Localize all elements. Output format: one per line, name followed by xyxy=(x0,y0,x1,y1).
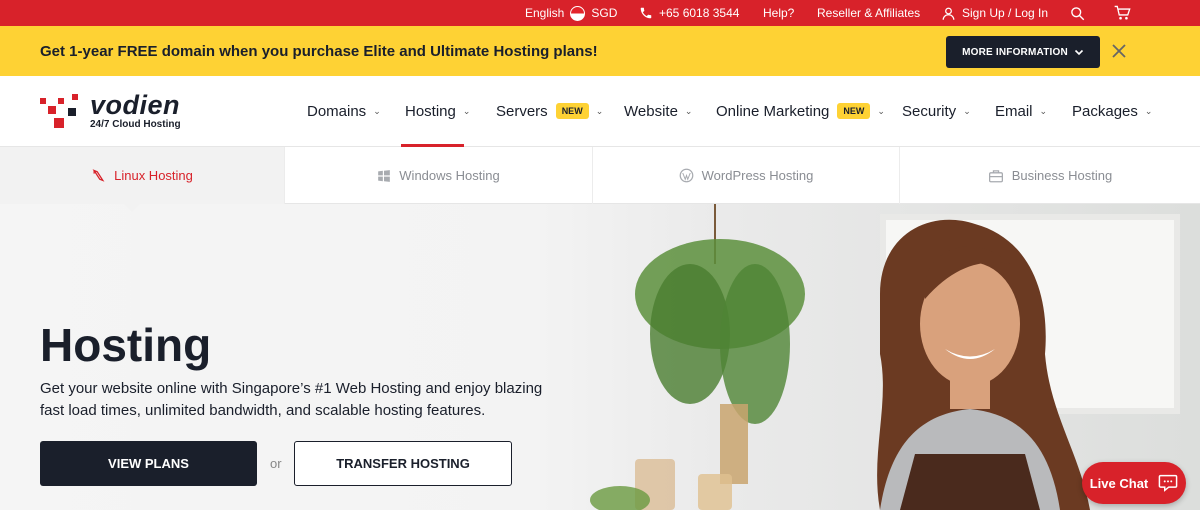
currency-label: SGD xyxy=(591,6,618,20)
signup-login-link[interactable]: Sign Up / Log In xyxy=(941,0,1048,26)
language-currency-selector[interactable]: English SGD xyxy=(525,0,617,26)
wordpress-icon xyxy=(679,168,693,183)
nav-label: Website xyxy=(624,102,678,120)
reseller-label: Reseller & Affiliates xyxy=(817,6,921,20)
nav-label: Email xyxy=(995,102,1033,120)
briefcase-icon xyxy=(988,169,1003,182)
tab-label: Business Hosting xyxy=(1011,168,1113,183)
logo-mark-icon xyxy=(40,94,78,128)
nav-label: Packages xyxy=(1072,102,1138,120)
chevron-down-icon xyxy=(1074,49,1083,56)
windows-icon xyxy=(378,169,391,182)
nav-label: Online Marketing xyxy=(716,102,830,120)
nav-item-security[interactable]: Security ⌄ xyxy=(902,76,971,146)
tab-label: Windows Hosting xyxy=(399,168,500,183)
nav-label: Security xyxy=(902,102,957,120)
new-badge: NEW xyxy=(555,103,589,119)
tab-windows-hosting[interactable]: Windows Hosting xyxy=(285,147,593,204)
or-separator: or xyxy=(270,456,282,471)
vodien-logo[interactable]: vodien 24/7 Cloud Hosting xyxy=(40,90,200,134)
page-title: Hosting xyxy=(40,319,212,371)
nav-item-online-marketing[interactable]: Online Marketing NEW ⌄ xyxy=(716,76,885,146)
hosting-subtabs: Linux Hosting Windows Hosting WordPress … xyxy=(0,147,1200,204)
chevron-down-icon: ⌄ xyxy=(462,105,471,116)
reseller-affiliates-link[interactable]: Reseller & Affiliates xyxy=(817,0,920,26)
promo-banner: Get 1-year FREE domain when you purchase… xyxy=(0,26,1200,76)
logo-wordmark: vodien xyxy=(90,90,181,120)
cart-button[interactable] xyxy=(1114,0,1131,26)
main-navigation: vodien 24/7 Cloud Hosting Domains ⌄ Hosti… xyxy=(0,76,1200,147)
active-tab-pointer xyxy=(122,202,142,212)
search-icon xyxy=(1071,6,1085,20)
signup-label: Sign Up / Log In xyxy=(962,6,1049,20)
chevron-down-icon: ⌄ xyxy=(1039,105,1048,116)
nav-label: Domains xyxy=(307,102,367,120)
logo-tagline: 24/7 Cloud Hosting xyxy=(90,119,181,130)
phone-number: +65 6018 3544 xyxy=(659,6,740,20)
close-icon[interactable] xyxy=(1110,42,1128,60)
nav-item-hosting[interactable]: Hosting ⌄ xyxy=(405,76,470,146)
nav-label: Servers xyxy=(496,102,548,120)
phone-link[interactable]: +65 6018 3544 xyxy=(639,0,739,26)
user-icon xyxy=(942,7,955,20)
help-label: Help? xyxy=(763,6,795,20)
tab-label: WordPress Hosting xyxy=(701,168,814,183)
help-link[interactable]: Help? xyxy=(763,0,794,26)
live-chat-button[interactable]: Live Chat xyxy=(1082,462,1186,504)
chevron-down-icon: ⌄ xyxy=(684,105,693,116)
chevron-down-icon: ⌄ xyxy=(963,105,971,116)
linux-icon xyxy=(92,169,105,182)
new-badge: NEW xyxy=(837,103,871,119)
top-bar: English SGD +65 6018 3544 Help? Reseller… xyxy=(0,0,1200,26)
chevron-down-icon: ⌄ xyxy=(1144,105,1153,116)
promo-text: Get 1-year FREE domain when you purchase… xyxy=(40,42,598,60)
chevron-down-icon: ⌄ xyxy=(877,105,885,116)
more-information-button[interactable]: MORE INFORMATION xyxy=(946,36,1100,68)
hero-description: Get your website online with Singapore’s… xyxy=(40,380,543,419)
nav-item-servers[interactable]: Servers NEW ⌄ xyxy=(496,76,603,146)
tab-wordpress-hosting[interactable]: WordPress Hosting xyxy=(593,147,900,204)
tab-business-hosting[interactable]: Business Hosting xyxy=(900,147,1200,204)
language-label: English xyxy=(525,6,565,20)
nav-label: Hosting xyxy=(405,102,456,120)
tab-linux-hosting[interactable]: Linux Hosting xyxy=(0,147,285,204)
singapore-flag-icon xyxy=(570,5,586,21)
more-information-label: MORE INFORMATION xyxy=(962,46,1068,58)
phone-icon xyxy=(640,7,652,19)
tab-label: Linux Hosting xyxy=(114,168,193,183)
search-button[interactable] xyxy=(1070,0,1085,26)
live-chat-label: Live Chat xyxy=(1089,475,1149,491)
chevron-down-icon: ⌄ xyxy=(595,105,604,116)
view-plans-button[interactable]: VIEW PLANS xyxy=(40,441,257,486)
nav-item-email[interactable]: Email ⌄ xyxy=(995,76,1047,146)
chat-bubble-icon xyxy=(1158,474,1178,492)
cart-icon xyxy=(1114,5,1131,20)
chevron-down-icon: ⌄ xyxy=(373,105,381,116)
nav-item-website[interactable]: Website ⌄ xyxy=(624,76,692,146)
nav-item-packages[interactable]: Packages ⌄ xyxy=(1072,76,1152,146)
transfer-hosting-button[interactable]: TRANSFER HOSTING xyxy=(294,441,512,486)
nav-item-domains[interactable]: Domains ⌄ xyxy=(307,76,381,146)
